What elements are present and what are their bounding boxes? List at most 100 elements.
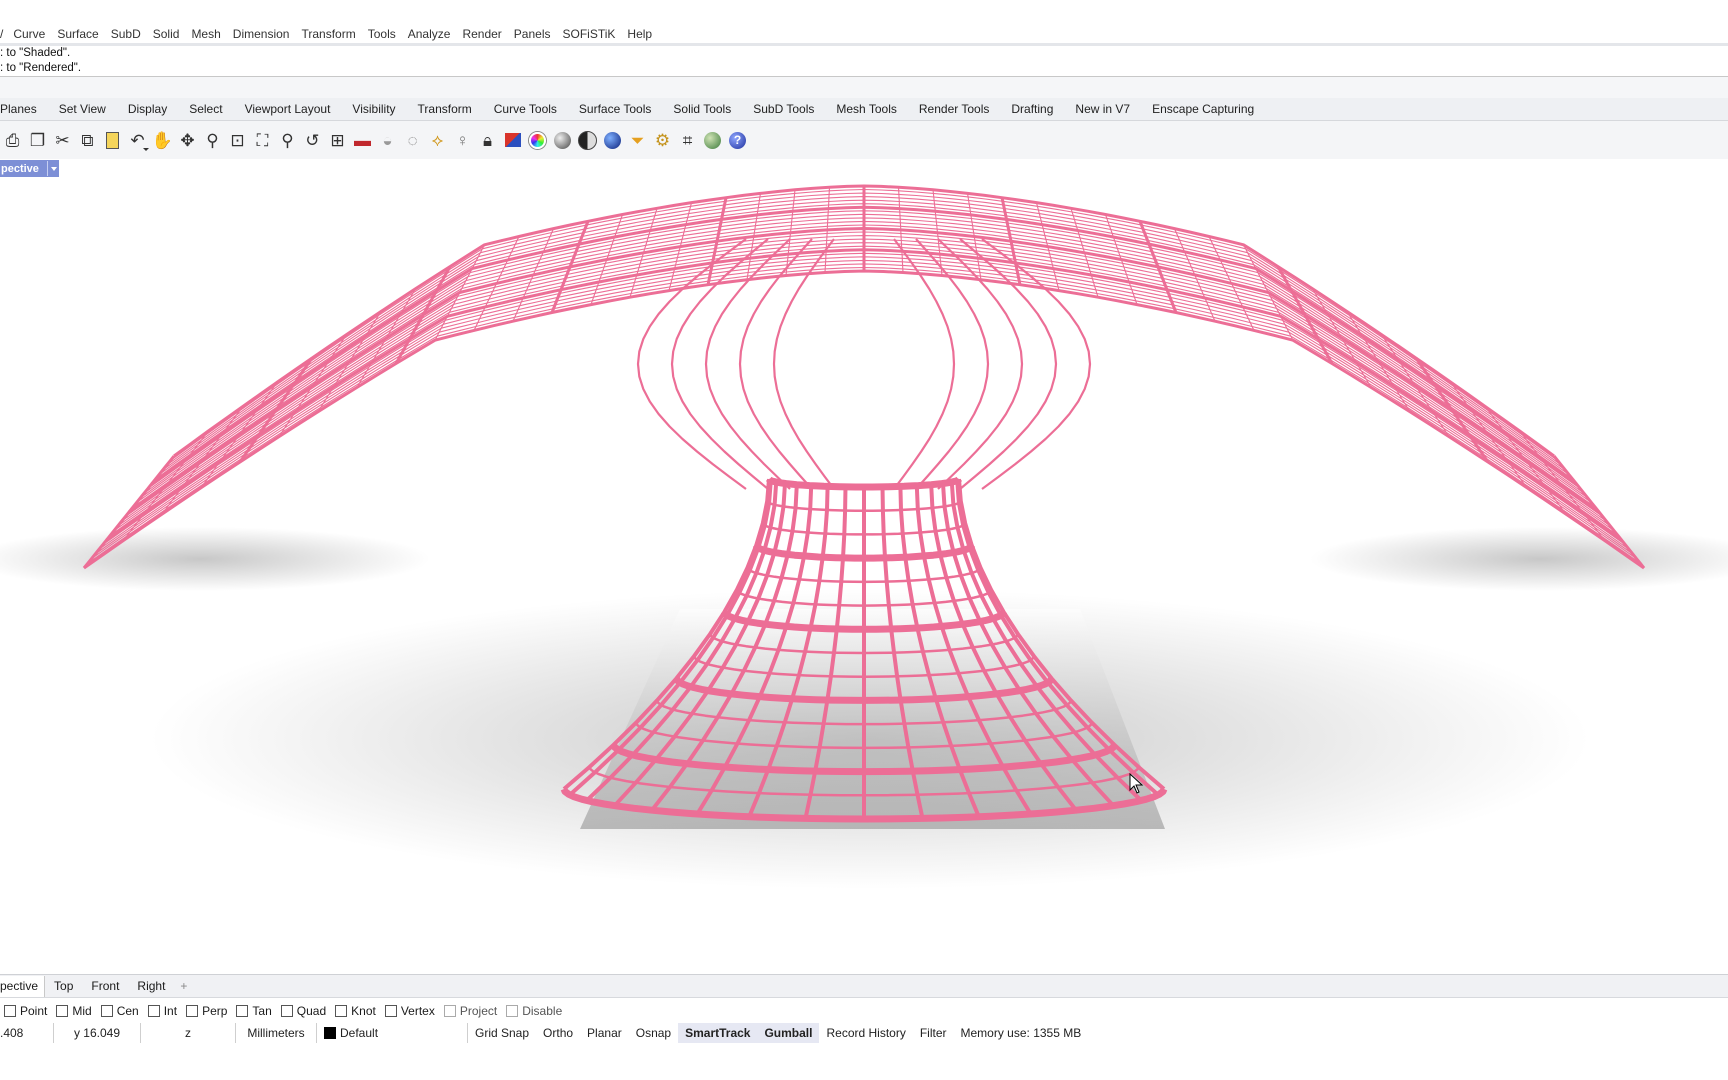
layer-icon[interactable] [500, 127, 525, 153]
menu-surface[interactable]: Surface [51, 27, 104, 41]
pan-hand-icon[interactable]: ✋ [150, 127, 175, 153]
zoom-selected-icon[interactable]: ⚲ [275, 127, 300, 153]
osnap-project[interactable]: Project [440, 1004, 502, 1018]
shade-icon[interactable] [550, 127, 575, 153]
menu-transform[interactable]: Transform [295, 27, 361, 41]
viewport-tab-perspective[interactable]: pective [0, 975, 46, 997]
menu-analyze[interactable]: Analyze [402, 27, 457, 41]
osnap-mid[interactable]: Mid [52, 1004, 96, 1018]
help-icon[interactable]: ? [725, 127, 750, 153]
checkbox-icon[interactable] [384, 1005, 397, 1017]
checkbox-icon[interactable] [56, 1005, 69, 1017]
tab-solid-tools[interactable]: Solid Tools [662, 102, 742, 116]
tab-display[interactable]: Display [117, 102, 178, 116]
copy-object-icon[interactable]: ❐ [25, 127, 50, 153]
tab-planes[interactable]: Planes [0, 102, 48, 116]
perspective-viewport[interactable] [0, 179, 1728, 974]
tab-viewport-layout[interactable]: Viewport Layout [234, 102, 342, 116]
zoom-window-icon[interactable]: ⊡ [225, 127, 250, 153]
checkbox-icon[interactable] [147, 1005, 160, 1017]
planar-toggle[interactable]: Planar [580, 1023, 629, 1043]
checkbox-icon[interactable] [100, 1005, 113, 1017]
viewport-tab-front[interactable]: Front [82, 979, 128, 993]
filter-toggle[interactable]: Filter [913, 1023, 954, 1043]
menu-curve[interactable]: Curve [7, 27, 51, 41]
menu-subd[interactable]: SubD [105, 27, 147, 41]
tab-render-tools[interactable]: Render Tools [908, 102, 1001, 116]
render-sphere-icon[interactable] [600, 127, 625, 153]
menu-sofistik[interactable]: SOFiSTiK [557, 27, 622, 41]
car-icon[interactable]: ▬ [350, 127, 375, 153]
undo-view-icon[interactable]: ↺ [300, 127, 325, 153]
command-history[interactable]: : to "Shaded". : to "Rendered". [0, 46, 1728, 76]
osnap-int[interactable]: Int [144, 1004, 182, 1018]
checkbox-icon[interactable] [280, 1005, 293, 1017]
menu-tools[interactable]: Tools [362, 27, 402, 41]
smarttrack-toggle[interactable]: SmartTrack [678, 1023, 758, 1043]
menu-dimension[interactable]: Dimension [227, 27, 296, 41]
checkbox-icon[interactable] [443, 1005, 456, 1017]
tab-select[interactable]: Select [178, 102, 233, 116]
globe-icon[interactable] [700, 127, 725, 153]
osnap-quad[interactable]: Quad [277, 1004, 331, 1018]
osnap-cen[interactable]: Cen [97, 1004, 144, 1018]
menu-solid[interactable]: Solid [147, 27, 186, 41]
command-prompt-area[interactable] [0, 77, 1728, 98]
osnap-disable[interactable]: Disable [502, 1004, 567, 1018]
viewport-title[interactable]: pective [0, 163, 39, 175]
checkbox-icon[interactable] [186, 1005, 199, 1017]
zoom-extents-icon[interactable]: ⛶ [250, 127, 275, 153]
tab-curve-tools[interactable]: Curve Tools [483, 102, 568, 116]
grid-snap-toggle[interactable]: Grid Snap [468, 1023, 536, 1043]
rotate-view-icon[interactable]: ✥ [175, 127, 200, 153]
menu-render[interactable]: Render [456, 27, 507, 41]
viewport-title-tab[interactable]: pective [0, 160, 59, 177]
menu-mesh[interactable]: Mesh [185, 27, 226, 41]
zoom-icon[interactable]: ⚲ [200, 127, 225, 153]
color-wheel-icon[interactable] [525, 127, 550, 153]
render-preview-icon[interactable] [575, 127, 600, 153]
record-history-toggle[interactable]: Record History [819, 1023, 912, 1043]
tab-subd-tools[interactable]: SubD Tools [742, 102, 825, 116]
viewport-tab-top[interactable]: Top [45, 979, 82, 993]
osnap-vertex[interactable]: Vertex [381, 1004, 440, 1018]
print-icon[interactable]: ⎙ [0, 127, 25, 153]
grid-icon[interactable]: ⌗ [675, 127, 700, 153]
options-gear-icon[interactable]: ⚙ [650, 127, 675, 153]
tab-visibility[interactable]: Visibility [341, 102, 406, 116]
cplane-icon[interactable]: ◌ [400, 127, 425, 153]
tab-surface-tools[interactable]: Surface Tools [568, 102, 663, 116]
osnap-knot[interactable]: Knot [331, 1004, 381, 1018]
tab-drafting[interactable]: Drafting [1000, 102, 1064, 116]
tab-set-view[interactable]: Set View [48, 102, 117, 116]
viewport-menu-chevron-icon[interactable] [47, 161, 59, 176]
cut-icon[interactable]: ✂ [50, 127, 75, 153]
checkbox-icon[interactable] [4, 1005, 16, 1017]
lock-icon[interactable]: 🔒︎ [475, 127, 500, 153]
checkbox-icon[interactable] [506, 1005, 519, 1017]
current-layer[interactable]: Default [317, 1023, 468, 1043]
snap-icon[interactable]: ⟡ [425, 127, 450, 153]
light-icon[interactable]: ♀ [450, 127, 475, 153]
paste-icon[interactable] [100, 127, 125, 153]
undo-icon[interactable]: ↶ [125, 127, 150, 153]
units-display[interactable]: Millimeters [236, 1023, 317, 1043]
checkbox-icon[interactable] [236, 1005, 249, 1017]
tab-transform[interactable]: Transform [407, 102, 483, 116]
osnap-toggle[interactable]: Osnap [629, 1023, 678, 1043]
osnap-tan[interactable]: Tan [232, 1004, 276, 1018]
add-viewport-tab-icon[interactable]: + [174, 979, 196, 993]
tab-mesh-tools[interactable]: Mesh Tools [825, 102, 907, 116]
checkbox-icon[interactable] [335, 1005, 348, 1017]
osnap-perp[interactable]: Perp [182, 1004, 232, 1018]
viewport-tab-right[interactable]: Right [128, 979, 174, 993]
menu-panels[interactable]: Panels [508, 27, 557, 41]
four-viewports-icon[interactable]: ⊞ [325, 127, 350, 153]
tab-enscape-capturing[interactable]: Enscape Capturing [1141, 102, 1265, 116]
osnap-point[interactable]: Point [0, 1004, 52, 1018]
hide-icon[interactable]: ◒ [375, 127, 400, 153]
filter-icon[interactable]: ⏷ [625, 127, 650, 153]
ortho-toggle[interactable]: Ortho [536, 1023, 580, 1043]
copy-icon[interactable]: ⧉ [75, 127, 100, 153]
menu-help[interactable]: Help [621, 27, 658, 41]
